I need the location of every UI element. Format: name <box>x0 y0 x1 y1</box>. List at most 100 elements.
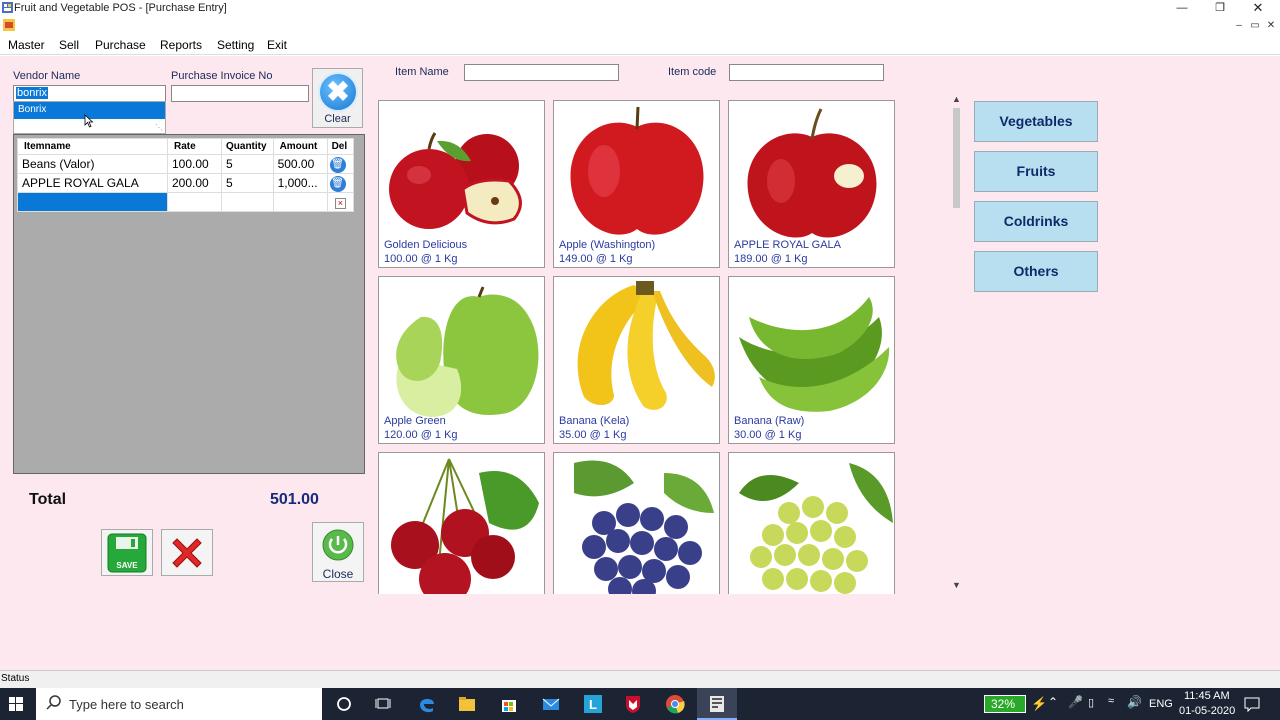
product-card[interactable] <box>553 452 720 594</box>
vendor-input[interactable]: bonrix <box>13 85 166 102</box>
item-name-input[interactable] <box>464 64 619 81</box>
menu-master[interactable]: Master <box>8 38 45 52</box>
active-app-tab[interactable] <box>697 688 737 720</box>
product-card[interactable]: Apple Green 120.00 @ 1 Kg <box>378 276 545 444</box>
product-card[interactable]: APPLE ROYAL GALA 189.00 @ 1 Kg <box>728 100 895 268</box>
product-scrollbar[interactable]: ▲ ▼ <box>948 94 964 594</box>
show-hidden-icons-chevron-icon[interactable]: ⌃ <box>1048 695 1058 709</box>
menu-setting[interactable]: Setting <box>217 38 254 52</box>
category-coldrinks-button[interactable]: Coldrinks <box>974 201 1098 242</box>
product-name: Banana (Kela) <box>559 415 630 427</box>
product-card[interactable]: Banana (Kela) 35.00 @ 1 Kg <box>553 276 720 444</box>
cell-qty[interactable]: 5 <box>221 154 274 174</box>
items-table: Itemname Rate Quantity Amount Del Beans … <box>17 138 355 212</box>
app-icon <box>2 2 13 13</box>
col-itemname[interactable]: Itemname <box>17 138 168 155</box>
save-label: SAVE <box>116 561 138 570</box>
cell-rate[interactable]: 100.00 <box>167 154 222 174</box>
new-row[interactable]: × <box>17 192 355 212</box>
col-amount[interactable]: Amount <box>272 138 328 155</box>
mcafee-icon[interactable] <box>622 693 644 715</box>
product-card[interactable]: Golden Delicious 100.00 @ 1 Kg <box>378 100 545 268</box>
product-card[interactable] <box>728 452 895 594</box>
cell-delete[interactable]: 🗑 <box>326 173 355 193</box>
scroll-down-icon[interactable]: ▼ <box>952 580 961 590</box>
col-quantity[interactable]: Quantity <box>221 138 274 155</box>
microphone-icon[interactable]: 🎤 <box>1068 695 1083 709</box>
minimize-button[interactable]: — <box>1162 0 1202 17</box>
cell-item[interactable]: APPLE ROYAL GALA <box>17 173 168 193</box>
cell-qty[interactable]: 5 <box>221 173 274 193</box>
cell-qty-new[interactable] <box>221 192 274 212</box>
title-bar: Fruit and Vegetable POS - [Purchase Entr… <box>0 0 1280 17</box>
resize-grip-icon[interactable]: ⋱ <box>155 123 163 132</box>
cortana-icon[interactable] <box>333 693 355 715</box>
close-window-button[interactable]: ✕ <box>1238 0 1278 17</box>
svg-text:L: L <box>589 697 597 712</box>
cell-rate[interactable]: 200.00 <box>167 173 222 193</box>
file-explorer-icon[interactable] <box>456 693 478 715</box>
cell-delete[interactable]: 🗑 <box>326 154 355 174</box>
notifications-icon[interactable] <box>1243 695 1261 713</box>
cell-item-new[interactable] <box>17 192 168 212</box>
yellow-banana-image <box>577 281 715 410</box>
cancel-button[interactable] <box>161 529 213 576</box>
cell-amount-new[interactable] <box>272 192 328 212</box>
menu-purchase[interactable]: Purchase <box>95 38 146 52</box>
mdi-close-button[interactable]: ✕ <box>1262 18 1280 34</box>
cell-amount[interactable]: 500.00 <box>272 154 328 174</box>
vendor-label: Vendor Name <box>13 70 81 82</box>
trash-icon[interactable]: 🗑 <box>329 175 346 192</box>
store-icon[interactable] <box>498 693 520 715</box>
language-indicator[interactable]: ENG <box>1149 698 1173 710</box>
close-button[interactable]: Close <box>312 522 364 582</box>
product-price: 189.00 @ 1 Kg <box>734 253 808 265</box>
save-button[interactable]: SAVE <box>101 529 153 576</box>
cell-item[interactable]: Beans (Valor) <box>17 154 168 174</box>
taskbar-search-box[interactable]: Type here to search <box>36 688 322 720</box>
category-others-button[interactable]: Others <box>974 251 1098 292</box>
cell-delete-new[interactable]: × <box>326 192 355 212</box>
scroll-up-icon[interactable]: ▲ <box>952 94 961 104</box>
category-vegetables-button[interactable]: Vegetables <box>974 101 1098 142</box>
product-card[interactable]: Apple (Washington) 149.00 @ 1 Kg <box>553 100 720 268</box>
wifi-icon[interactable]: ≈ <box>1108 695 1114 707</box>
l-app-icon[interactable]: L <box>582 693 604 715</box>
cell-amount[interactable]: 1,000... <box>272 173 328 193</box>
windows-start-icon[interactable] <box>0 688 32 720</box>
battery-tray-icon[interactable]: ▯ <box>1088 696 1094 709</box>
menu-exit[interactable]: Exit <box>267 38 287 52</box>
invoice-input[interactable] <box>171 85 309 102</box>
table-row[interactable]: Beans (Valor) 100.00 5 500.00 🗑 <box>17 154 355 174</box>
product-card[interactable]: Banana (Raw) 30.00 @ 1 Kg <box>728 276 895 444</box>
menu-sell[interactable]: Sell <box>59 38 79 52</box>
mouse-cursor-icon <box>84 114 94 128</box>
chrome-icon[interactable] <box>664 693 686 715</box>
remove-row-icon[interactable]: × <box>334 198 346 209</box>
clock-date[interactable]: 01-05-2020 <box>1179 705 1235 717</box>
category-fruits-button[interactable]: Fruits <box>974 151 1098 192</box>
royal-gala-apple-image <box>747 108 877 238</box>
item-code-input[interactable] <box>729 64 884 81</box>
col-rate[interactable]: Rate <box>167 138 222 155</box>
cell-rate-new[interactable] <box>167 192 222 212</box>
product-price: 149.00 @ 1 Kg <box>559 253 633 265</box>
volume-icon[interactable]: 🔊 <box>1127 695 1142 709</box>
product-card[interactable] <box>378 452 545 594</box>
restore-button[interactable]: ❐ <box>1200 0 1240 17</box>
menu-reports[interactable]: Reports <box>160 38 202 52</box>
product-name: Apple (Washington) <box>559 239 656 251</box>
green-apple-image <box>396 286 539 417</box>
power-plug-icon[interactable]: ⚡ <box>1031 696 1047 712</box>
edge-icon[interactable] <box>416 693 438 715</box>
task-view-icon[interactable] <box>373 693 395 715</box>
clear-button[interactable]: ✖ Clear <box>312 68 363 128</box>
table-row[interactable]: APPLE ROYAL GALA 200.00 5 1,000... 🗑 <box>17 173 355 193</box>
trash-icon[interactable]: 🗑 <box>329 156 346 173</box>
scrollbar-thumb[interactable] <box>953 108 960 208</box>
mail-icon[interactable] <box>540 693 562 715</box>
col-delete[interactable]: Del <box>326 138 355 155</box>
clock-time[interactable]: 11:45 AM <box>1184 690 1230 702</box>
window-title: Fruit and Vegetable POS - [Purchase Entr… <box>14 2 227 14</box>
battery-indicator[interactable]: 32% <box>984 695 1026 713</box>
